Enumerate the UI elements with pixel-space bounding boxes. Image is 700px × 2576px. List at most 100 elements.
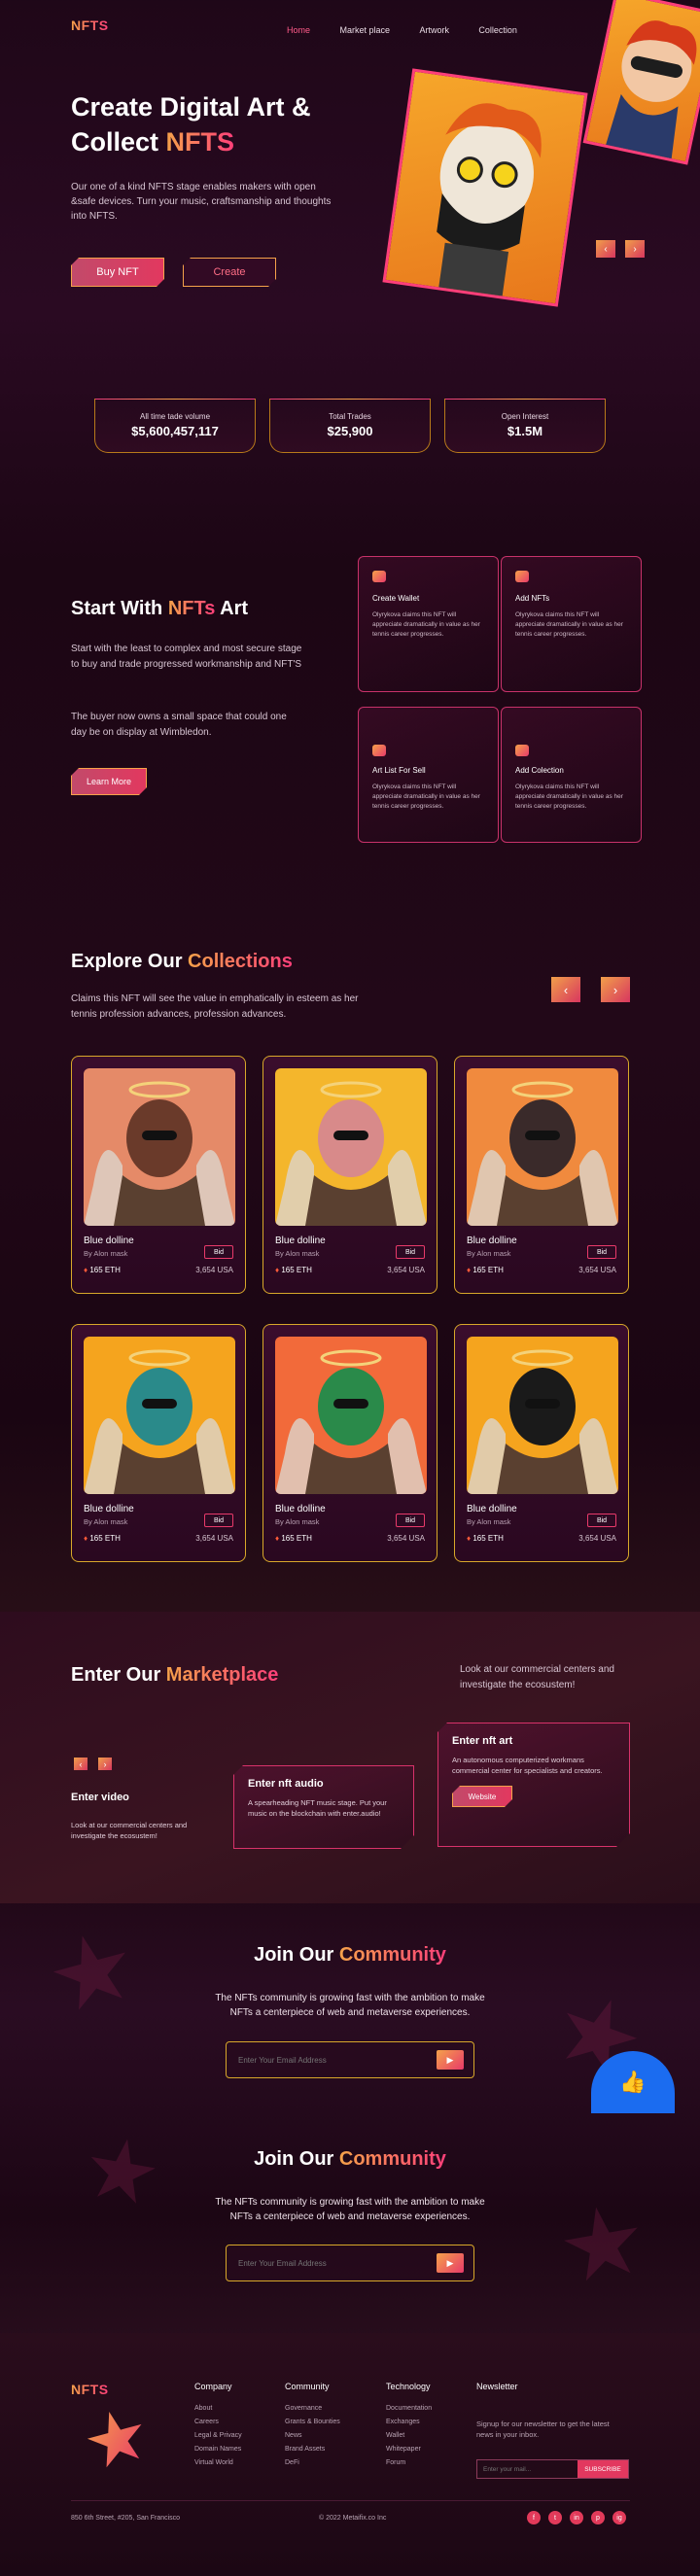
stat-top-border <box>270 399 430 400</box>
nav-collection[interactable]: Collection <box>478 25 517 35</box>
community-title-highlight: Community <box>338 1944 446 1966</box>
collection-card[interactable]: Blue dolline By Alon mask Bid ♦ 165 ETH … <box>262 1056 438 1294</box>
start-title-suffix: Art <box>215 598 249 619</box>
footer-link[interactable]: Legal & Privacy <box>194 2432 242 2439</box>
nft-artwork-image <box>84 1337 235 1494</box>
audio-card-title: Enter nft audio <box>248 1778 324 1790</box>
twitter-icon[interactable]: t <box>548 2511 562 2524</box>
feature-card-art-list[interactable]: Art List For Sell Olyrykova claims this … <box>358 707 499 843</box>
footer-link[interactable]: Brand Assets <box>285 2446 340 2453</box>
footer-link[interactable]: About <box>194 2405 242 2412</box>
audio-card[interactable]: Enter nft audio A spearheading NFT music… <box>233 1765 414 1849</box>
collection-card[interactable]: Blue dolline By Alon mask Bid ♦ 165 ETH … <box>454 1324 629 1562</box>
footer-link[interactable]: Careers <box>194 2419 242 2425</box>
create-button[interactable]: Create <box>183 258 276 287</box>
footer-link[interactable]: News <box>285 2432 340 2439</box>
bid-button[interactable]: Bid <box>587 1245 616 1259</box>
stat-interest: Open Interest $1.5M <box>444 399 606 453</box>
community-desc-line1: The NFTs community is growing fast with … <box>215 1993 485 2003</box>
collection-card[interactable]: Blue dolline By Alon mask Bid ♦ 165 ETH … <box>262 1324 438 1562</box>
footer-column-title: Company <box>194 2382 232 2391</box>
nft-price-value: 165 ETH <box>281 1266 312 1274</box>
footer-link[interactable]: Virtual World <box>194 2459 242 2466</box>
nft-usd: 3,654 USA <box>195 1266 233 1274</box>
send-icon: ▶ <box>446 2257 454 2268</box>
art-card[interactable]: Enter nft art An autonomous computerized… <box>438 1723 630 1847</box>
nav-home[interactable]: Home <box>287 25 310 35</box>
footer-link[interactable]: DeFi <box>285 2459 340 2466</box>
brand-logo[interactable]: NFTS <box>71 17 109 33</box>
marketplace-next-button[interactable]: › <box>98 1758 112 1770</box>
footer-link[interactable]: Whitepaper <box>386 2446 432 2453</box>
bid-button[interactable]: Bid <box>204 1514 233 1527</box>
footer-link[interactable]: Documentation <box>386 2405 432 2412</box>
feature-card-add-collection[interactable]: Add Colection Olyrykova claims this NFT … <box>501 707 642 843</box>
footer-link[interactable]: Exchanges <box>386 2419 432 2425</box>
bid-button[interactable]: Bid <box>587 1514 616 1527</box>
hero-title-highlight: NFTS <box>165 127 235 157</box>
bid-button[interactable]: Bid <box>396 1514 425 1527</box>
instagram-icon[interactable]: ig <box>612 2511 626 2524</box>
collection-card[interactable]: Blue dolline By Alon mask Bid ♦ 165 ETH … <box>454 1056 629 1294</box>
feature-title: Add Colection <box>515 766 564 775</box>
newsletter-input[interactable] <box>477 2460 578 2478</box>
collections-prev-button[interactable]: ‹ <box>551 977 580 1002</box>
chevron-left-icon: ‹ <box>604 243 608 255</box>
footer-link[interactable]: Domain Names <box>194 2446 242 2453</box>
hero-secondary-image <box>604 20 697 165</box>
feature-card-add-nfts[interactable]: Add NFTs Olyrykova claims this NFT will … <box>501 556 642 692</box>
pinterest-icon[interactable]: p <box>591 2511 605 2524</box>
collection-card[interactable]: Blue dolline By Alon mask Bid ♦ 165 ETH … <box>71 1056 246 1294</box>
website-button[interactable]: Website <box>452 1786 512 1807</box>
add-nft-icon <box>515 571 529 582</box>
facebook-icon[interactable]: f <box>527 2511 541 2524</box>
hero-prev-button[interactable]: ‹ <box>596 240 615 258</box>
bid-button[interactable]: Bid <box>396 1245 425 1259</box>
send-button[interactable]: ▶ <box>437 2050 464 2070</box>
stat-value: $25,900 <box>327 424 373 438</box>
buy-nft-button[interactable]: Buy NFT <box>71 258 164 287</box>
collection-card[interactable]: Blue dolline By Alon mask Bid ♦ 165 ETH … <box>71 1324 246 1562</box>
stat-label: All time tade volume <box>139 412 211 421</box>
footer-link[interactable]: Governance <box>285 2405 340 2412</box>
footer-background <box>0 2333 700 2576</box>
nav-marketplace[interactable]: Market place <box>339 25 390 35</box>
community-desc-line2: NFTs a centerpiece of web and metaverse … <box>229 2211 471 2222</box>
marketplace-prev-button[interactable]: ‹ <box>74 1758 88 1770</box>
collections-title-prefix: Explore Our <box>71 951 189 972</box>
nft-price-row: ♦ 165 ETH 3,654 USA <box>84 1534 233 1543</box>
community-title-prefix: Join Our <box>254 2148 339 2170</box>
send-button[interactable]: ▶ <box>437 2253 464 2273</box>
collections-title-highlight: Collections <box>188 951 293 972</box>
collections-next-button[interactable]: › <box>601 977 630 1002</box>
feature-card-create-wallet[interactable]: Create Wallet Olyrykova claims this NFT … <box>358 556 499 692</box>
start-title-highlight: NFTs <box>167 598 216 619</box>
subscribe-button[interactable]: SUBSCRIBE <box>578 2460 628 2478</box>
nft-price-row: ♦ 165 ETH 3,654 USA <box>275 1534 425 1543</box>
social-links: f t in p ig <box>527 2511 626 2524</box>
nft-price-row: ♦ 165 ETH 3,654 USA <box>467 1266 616 1274</box>
footer-link[interactable]: Forum <box>386 2459 432 2466</box>
hero-next-button[interactable]: › <box>625 240 645 258</box>
community-desc-line2: NFTs a centerpiece of web and metaverse … <box>229 2007 471 2018</box>
stat-label: Total Trades <box>329 412 371 421</box>
nft-price-value: 165 ETH <box>472 1534 504 1543</box>
learn-more-button[interactable]: Learn More <box>71 768 147 795</box>
community-desc-line1: The NFTs community is growing fast with … <box>215 2197 485 2208</box>
nav-artwork[interactable]: Artwork <box>419 25 449 35</box>
start-section-title: Start With NFTs Art <box>71 598 248 620</box>
thumbs-up-icon: 👍 <box>619 2070 647 2094</box>
community-title-2: Join Our Community <box>0 2148 700 2171</box>
footer-link[interactable]: Grants & Bounties <box>285 2419 340 2425</box>
bid-button[interactable]: Bid <box>204 1245 233 1259</box>
footer-link[interactable]: Wallet <box>386 2432 432 2439</box>
email-input[interactable] <box>238 2055 413 2065</box>
community-email-form: ▶ <box>226 2041 474 2078</box>
email-input[interactable] <box>238 2258 413 2268</box>
footer-logo[interactable]: NFTS <box>71 2382 109 2397</box>
chevron-left-icon: ‹ <box>79 1758 83 1769</box>
community-description: The NFTs community is growing fast with … <box>0 1991 700 2020</box>
nft-price: ♦ 165 ETH <box>84 1266 121 1274</box>
linkedin-icon[interactable]: in <box>570 2511 583 2524</box>
collections-title: Explore Our Collections <box>71 951 293 973</box>
